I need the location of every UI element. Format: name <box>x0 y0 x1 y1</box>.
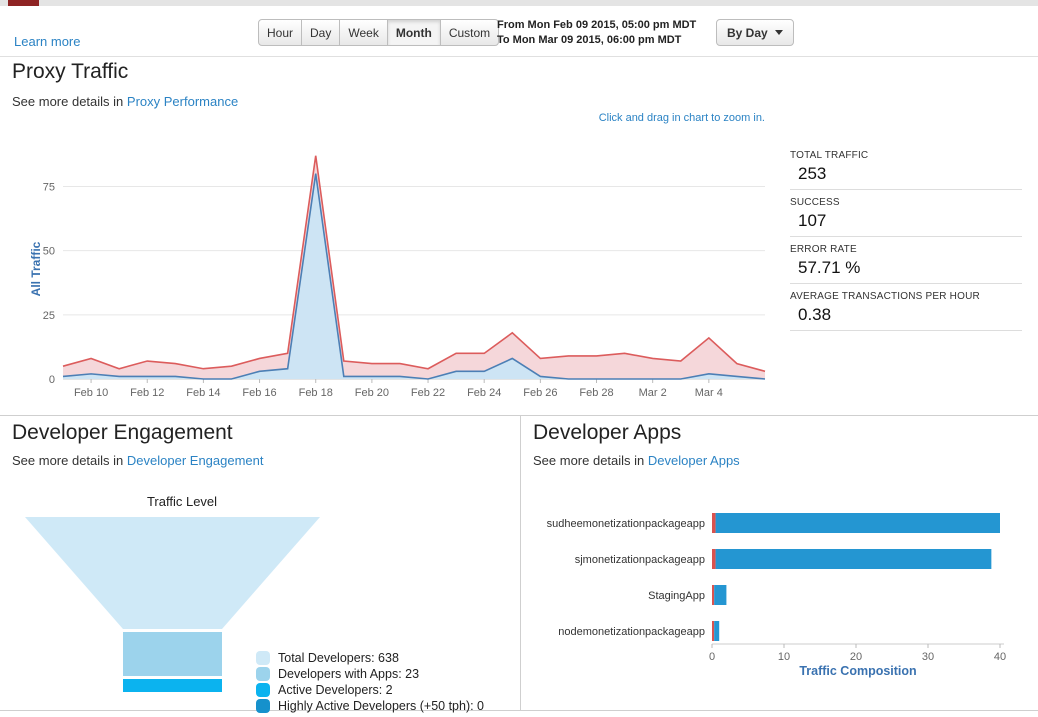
range-button-week[interactable]: Week <box>339 19 388 46</box>
proxy-traffic-chart[interactable]: 0 25 50 75 Feb 10 Feb 12 Feb 14 Feb 16 Feb 18 Feb… <box>4 133 774 405</box>
legend-label: Total Developers: 638 <box>278 650 399 665</box>
svg-text:Mar 4: Mar 4 <box>695 387 723 399</box>
chevron-down-icon <box>774 30 783 35</box>
stat-error-rate: ERROR RATE 57.71 % <box>790 244 1022 284</box>
legend-label: Developers with Apps: 23 <box>278 666 420 681</box>
stat-total-traffic: TOTAL TRAFFIC 253 <box>790 150 1022 190</box>
learn-more-link[interactable]: Learn more <box>14 34 80 49</box>
subtitle-text: See more details in <box>12 94 124 109</box>
proxy-traffic-subtitle: See more details in Proxy Performance <box>12 94 238 109</box>
traffic-stats-panel: TOTAL TRAFFIC 253 SUCCESS 107 ERROR RATE… <box>790 150 1022 338</box>
range-button-hour[interactable]: Hour <box>258 19 303 46</box>
legend-item: Total Developers: 638 <box>256 650 484 665</box>
stat-success: SUCCESS 107 <box>790 197 1022 237</box>
zoom-hint: Click and drag in chart to zoom in. <box>598 112 765 124</box>
proxy-traffic-title: Proxy Traffic <box>12 60 129 83</box>
legend-item: Highly Active Developers (+50 tph): 0 <box>256 698 484 713</box>
svg-text:Mar 2: Mar 2 <box>639 387 667 399</box>
svg-text:0: 0 <box>709 651 715 663</box>
developer-apps-link[interactable]: Developer Apps <box>648 453 740 468</box>
legend-item: Developers with Apps: 23 <box>256 666 484 681</box>
subtitle-text: See more details in <box>12 453 124 468</box>
vertical-divider <box>520 416 521 710</box>
developer-apps-chart: 0 10 20 30 40 sudheemonetizationpackageapp sjm… <box>547 513 1006 663</box>
legend-item: Active Developers: 2 <box>256 682 484 697</box>
toolbar: Learn more Hour Day Week Month Custom Fr… <box>0 6 1038 57</box>
date-range-to: To Mon Mar 09 2015, 06:00 pm MDT <box>497 34 682 46</box>
time-range-button-group: Hour Day Week Month Custom <box>258 19 500 46</box>
section-divider <box>0 415 1038 416</box>
legend-label: Active Developers: 2 <box>278 682 393 697</box>
svg-text:sudheemonetizationpackageapp: sudheemonetizationpackageapp <box>547 518 705 530</box>
funnel-title: Traffic Level <box>146 494 218 509</box>
legend-swatch-icon <box>256 666 270 681</box>
developer-apps-title: Developer Apps <box>533 421 682 444</box>
svg-text:Feb 10: Feb 10 <box>74 387 108 399</box>
stat-label: TOTAL TRAFFIC <box>790 150 869 161</box>
legend-swatch-icon <box>256 650 270 665</box>
svg-text:75: 75 <box>43 182 55 194</box>
developer-engagement-subtitle: See more details in Developer Engagement <box>12 453 264 468</box>
range-button-month[interactable]: Month <box>386 19 441 46</box>
svg-text:10: 10 <box>778 651 790 663</box>
svg-text:Feb 28: Feb 28 <box>579 387 613 399</box>
stat-value: 0.38 <box>798 305 832 324</box>
proxy-performance-link[interactable]: Proxy Performance <box>127 94 238 109</box>
stat-label: SUCCESS <box>790 197 840 208</box>
svg-text:30: 30 <box>922 651 934 663</box>
stat-label: AVERAGE TRANSACTIONS PER HOUR <box>790 291 980 302</box>
svg-text:Feb 20: Feb 20 <box>355 387 389 399</box>
svg-text:20: 20 <box>850 651 862 663</box>
range-button-day[interactable]: Day <box>301 19 341 46</box>
stat-value: 107 <box>798 211 827 230</box>
stat-label: ERROR RATE <box>790 244 857 255</box>
svg-text:nodemonetizationpackageapp: nodemonetizationpackageapp <box>558 626 705 638</box>
svg-text:40: 40 <box>994 651 1006 663</box>
funnel-legend: Total Developers: 638 Developers with App… <box>256 650 484 714</box>
subtitle-text: See more details in <box>533 453 645 468</box>
svg-text:25: 25 <box>43 310 55 322</box>
svg-text:Feb 18: Feb 18 <box>299 387 333 399</box>
svg-text:0: 0 <box>49 374 55 386</box>
svg-text:50: 50 <box>43 246 55 258</box>
legend-swatch-icon <box>256 682 270 697</box>
date-range-from: From Mon Feb 09 2015, 05:00 pm MDT <box>497 19 697 31</box>
interval-dropdown-button[interactable]: By Day <box>716 19 794 46</box>
stat-value: 253 <box>798 164 827 183</box>
svg-text:Feb 24: Feb 24 <box>467 387 501 399</box>
developer-engagement-link[interactable]: Developer Engagement <box>127 453 264 468</box>
range-button-custom[interactable]: Custom <box>439 19 500 46</box>
svg-text:Feb 22: Feb 22 <box>411 387 445 399</box>
date-range-display: From Mon Feb 09 2015, 05:00 pm MDT To Mo… <box>497 18 696 48</box>
apps-x-axis-label: Traffic Composition <box>799 664 917 678</box>
bottom-divider <box>0 710 1038 711</box>
svg-text:StagingApp: StagingApp <box>648 590 705 602</box>
svg-text:Feb 12: Feb 12 <box>130 387 164 399</box>
stat-avg-tph: AVERAGE TRANSACTIONS PER HOUR 0.38 <box>790 291 1022 331</box>
svg-text:Feb 16: Feb 16 <box>242 387 276 399</box>
svg-text:Feb 14: Feb 14 <box>186 387 220 399</box>
legend-swatch-icon <box>256 698 270 713</box>
svg-text:sjmonetizationpackageapp: sjmonetizationpackageapp <box>575 554 705 566</box>
stat-value: 57.71 % <box>798 258 861 277</box>
interval-dropdown-label: By Day <box>727 25 768 40</box>
svg-text:Feb 26: Feb 26 <box>523 387 557 399</box>
legend-label: Highly Active Developers (+50 tph): 0 <box>278 698 485 713</box>
developer-engagement-title: Developer Engagement <box>12 421 233 444</box>
developer-apps-subtitle: See more details in Developer Apps <box>533 453 740 468</box>
